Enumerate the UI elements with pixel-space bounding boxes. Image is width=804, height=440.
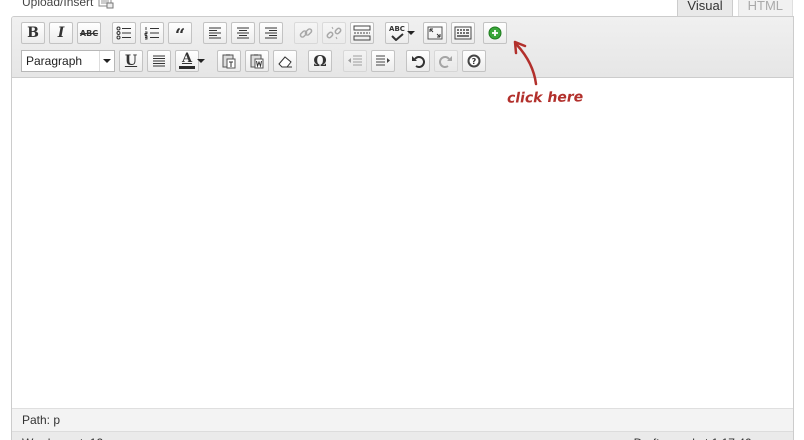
add-media-icon[interactable]: [98, 0, 114, 9]
upload-insert-label: Upload/Insert: [22, 0, 94, 9]
kitchen-sink-button[interactable]: [451, 22, 475, 44]
outdent-button[interactable]: [343, 50, 367, 72]
unlink-icon: [326, 26, 342, 40]
post-status-info: Word count: 12 Draft saved at 1:17:40 pm…: [12, 431, 793, 440]
click-here-note: click here: [506, 89, 584, 107]
insert-more-button[interactable]: [350, 22, 374, 44]
bold-button[interactable]: B: [21, 22, 45, 44]
align-left-button[interactable]: [203, 22, 227, 44]
click-here-annotation: click here: [503, 38, 583, 118]
clear-formatting-button[interactable]: [273, 50, 297, 72]
paste-text-icon: [222, 54, 236, 69]
undo-icon: [412, 56, 425, 68]
spellcheck-label: ABC: [389, 25, 405, 33]
path-value[interactable]: p: [53, 413, 60, 427]
upload-insert: Upload/Insert: [22, 0, 114, 9]
bullet-list-icon: [116, 26, 131, 40]
tab-visual[interactable]: Visual: [677, 0, 733, 16]
numbered-list-button[interactable]: [140, 22, 164, 44]
strikethrough-icon: ABC: [79, 28, 99, 38]
fullscreen-button[interactable]: [423, 22, 447, 44]
align-center-button[interactable]: [231, 22, 255, 44]
italic-icon: I: [57, 25, 65, 41]
paste-word-icon: [250, 54, 264, 69]
underline-button[interactable]: U: [119, 50, 143, 72]
text-color-icon: A: [181, 51, 193, 66]
align-right-icon: [265, 27, 277, 39]
tab-html[interactable]: HTML: [737, 0, 793, 16]
blockquote-button[interactable]: “: [168, 22, 192, 46]
svg-text:?: ?: [472, 57, 477, 66]
underline-icon: U: [124, 53, 138, 69]
italic-button[interactable]: I: [49, 22, 73, 44]
link-icon: [299, 28, 313, 38]
special-char-button[interactable]: Ω: [308, 50, 332, 72]
kitchen-sink-icon: [454, 26, 472, 40]
chevron-down-icon: [407, 31, 415, 35]
remove-link-button[interactable]: [322, 22, 346, 44]
arrow-icon: [513, 40, 538, 86]
text-color-swatch: [179, 66, 195, 69]
format-select[interactable]: Paragraph: [21, 50, 115, 72]
editor-frame: B I ABC “ ABC Paragraph U A Ω ? Path: p: [11, 16, 794, 440]
align-left-icon: [209, 27, 221, 39]
format-select-value: Paragraph: [26, 54, 83, 68]
eraser-icon: [278, 56, 292, 68]
draft-saved-status: Draft saved at 1:17:40 pm.: [634, 432, 775, 440]
help-button[interactable]: ?: [462, 50, 486, 72]
bullet-list-button[interactable]: [112, 22, 136, 44]
align-right-button[interactable]: [259, 22, 283, 44]
editor-statusbar: Path: p: [12, 408, 793, 431]
spellcheck-dropdown[interactable]: [406, 22, 416, 44]
chevron-down-icon: [103, 59, 111, 63]
editor-page: Upload/Insert Visual HTML B I ABC “ ABC …: [0, 0, 804, 440]
outdent-icon: [348, 55, 362, 66]
chevron-down-icon: [197, 59, 205, 63]
format-select-arrow: [99, 51, 114, 71]
indent-button[interactable]: [371, 50, 395, 72]
help-icon: ?: [467, 54, 481, 68]
plus-circle-icon: [488, 26, 502, 40]
indent-icon: [376, 55, 390, 66]
redo-icon: [439, 56, 452, 68]
editor-toolbar: B I ABC “ ABC Paragraph U A Ω ?: [12, 17, 793, 78]
bold-icon: B: [27, 25, 39, 41]
insert-link-button[interactable]: [294, 22, 318, 44]
word-count: Word count: 12: [22, 432, 103, 440]
toolbar-row-1: B I ABC “ ABC: [21, 22, 518, 46]
text-color-dropdown[interactable]: [196, 50, 206, 72]
spellcheck-icon: [391, 33, 404, 41]
strikethrough-button[interactable]: ABC: [77, 22, 101, 44]
editor-content-area[interactable]: [12, 78, 793, 408]
paste-word-button[interactable]: [245, 50, 269, 72]
align-justify-icon: [153, 55, 165, 67]
numbered-list-icon: [144, 27, 159, 40]
align-center-icon: [237, 27, 249, 39]
undo-button[interactable]: [406, 50, 430, 72]
toolbar-row-2: Paragraph U A Ω ?: [21, 50, 497, 72]
editor-tabs: Visual HTML: [677, 0, 793, 16]
path-label: Path:: [22, 413, 51, 427]
justify-button[interactable]: [147, 50, 171, 72]
redo-button[interactable]: [434, 50, 458, 72]
more-tag-icon: [353, 25, 371, 41]
paste-text-button[interactable]: [217, 50, 241, 72]
fullscreen-icon: [427, 26, 443, 40]
quote-icon: “: [174, 25, 186, 46]
omega-icon: Ω: [313, 51, 327, 70]
